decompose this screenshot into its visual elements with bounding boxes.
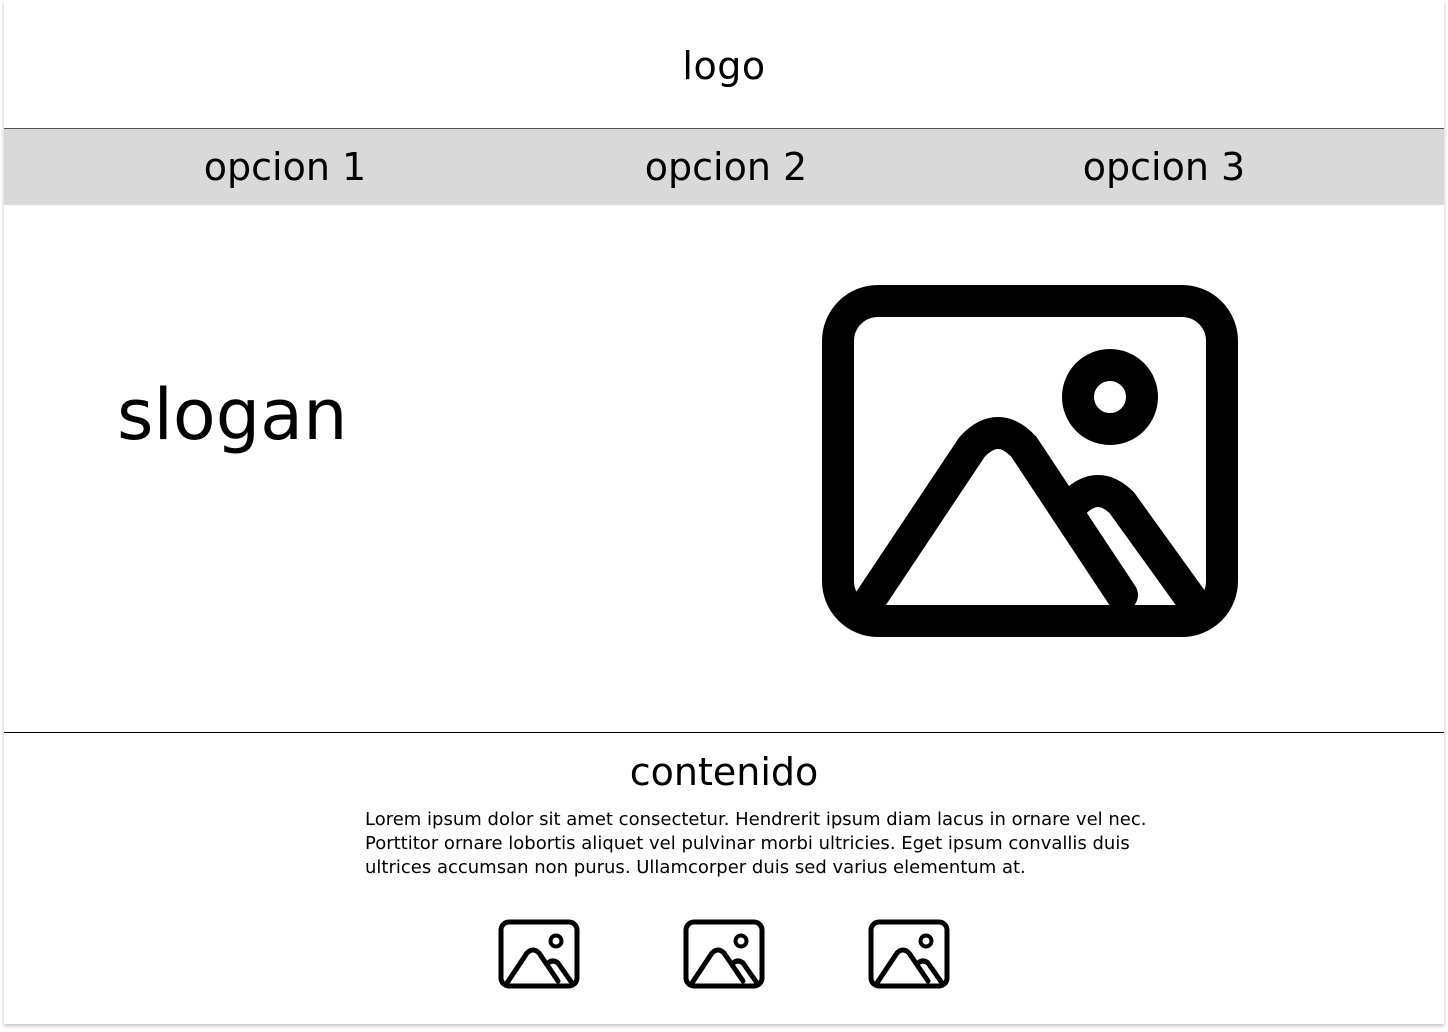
content-title: contenido xyxy=(629,750,819,794)
content-body: Lorem ipsum dolor sit amet consectetur. … xyxy=(365,809,1147,878)
nav-bar: opcion 1 opcion 2 opcion 3 xyxy=(4,129,1444,205)
image-placeholder-icon xyxy=(822,285,1238,637)
slogan: slogan xyxy=(117,374,348,456)
nav-item-opcion-1[interactable]: opcion 1 xyxy=(204,145,366,189)
page-frame: logo opcion 1 opcion 2 opcion 3 slogan c… xyxy=(4,0,1444,1024)
image-placeholder-icon[interactable] xyxy=(498,919,580,989)
logo[interactable]: logo xyxy=(682,42,765,90)
nav-item-opcion-3[interactable]: opcion 3 xyxy=(1083,145,1245,189)
image-placeholder-icon[interactable] xyxy=(683,919,765,989)
content-section: contenido Lorem ipsum dolor sit amet con… xyxy=(4,733,1444,1024)
image-placeholder-icon[interactable] xyxy=(868,919,950,989)
nav-item-opcion-2[interactable]: opcion 2 xyxy=(645,145,807,189)
header: logo xyxy=(4,0,1444,129)
hero-section: slogan xyxy=(4,205,1444,733)
